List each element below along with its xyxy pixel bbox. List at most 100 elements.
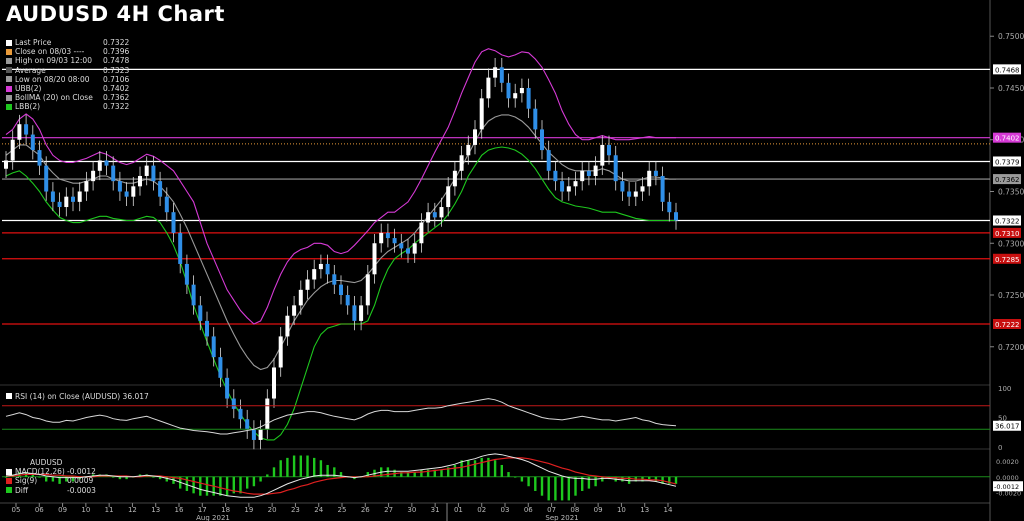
- candle-body: [37, 150, 42, 166]
- candle-body: [30, 134, 35, 151]
- legend-value: 0.7478: [103, 56, 130, 66]
- month-label: Aug 2021: [196, 514, 230, 521]
- time-tick-label: 07: [547, 506, 556, 514]
- time-tick-label: 05: [12, 506, 21, 514]
- legend-row: UBB(2) 0.7402: [6, 84, 129, 93]
- candle-body: [519, 87, 524, 94]
- candle-body: [265, 398, 270, 430]
- candle-body: [124, 191, 129, 197]
- candle-body: [419, 222, 424, 244]
- legend-value: 0.7362: [103, 93, 130, 103]
- macd-legend-swatch: [6, 468, 12, 475]
- price-tick-label: 0.7200: [998, 343, 1024, 352]
- candle-body: [607, 144, 611, 156]
- candle-body: [251, 429, 256, 440]
- candle-body: [158, 181, 163, 197]
- macd-legend-row: Sig(9) 0.0009: [6, 476, 96, 485]
- candle-body: [325, 263, 330, 275]
- candle-body: [24, 124, 29, 135]
- candle-body: [359, 305, 364, 321]
- candle-body: [50, 191, 55, 202]
- candle-body: [104, 160, 109, 166]
- time-tick-label: 19: [244, 506, 253, 514]
- candle-body: [533, 108, 538, 130]
- macd-hist-bar: [440, 469, 443, 477]
- macd-hist-bar: [554, 476, 557, 501]
- candle-body: [218, 357, 223, 378]
- time-tick-label: 20: [268, 506, 277, 514]
- candle-body: [184, 263, 189, 285]
- candle-body: [111, 165, 116, 182]
- macd-hist-bar: [467, 460, 470, 477]
- candle-body: [164, 196, 169, 213]
- candle-body: [365, 274, 370, 306]
- candle-body: [97, 160, 102, 171]
- candle-body: [406, 248, 410, 254]
- candle-body: [17, 124, 22, 140]
- candle-body: [586, 170, 591, 176]
- legend-swatch: [6, 57, 12, 64]
- price-level-label: 0.7285: [995, 256, 1020, 264]
- price-tick-label: 0.7350: [998, 188, 1024, 197]
- candle-body: [466, 144, 471, 156]
- time-tick-label: 10: [617, 506, 626, 514]
- candle-body: [486, 77, 491, 99]
- candle-body: [426, 212, 431, 223]
- candle-body: [144, 165, 149, 176]
- time-tick-label: 06: [524, 506, 533, 514]
- candle-body: [198, 305, 203, 321]
- macd-hist-bar: [152, 476, 155, 478]
- macd-hist-bar: [266, 474, 269, 477]
- time-tick-label: 08: [570, 506, 579, 514]
- candle-body: [44, 165, 49, 192]
- time-tick-label: 30: [407, 506, 416, 514]
- macd-hist-bar: [453, 464, 457, 477]
- macd-hist-bar: [493, 460, 497, 477]
- macd-hist-bar: [199, 476, 202, 496]
- macd-hist-bar: [272, 467, 276, 477]
- candle-body: [57, 201, 62, 208]
- macd-legend: AUDUSD MACD(12,26) -0.0012 Sig(9) 0.0009 Dif…: [6, 458, 96, 495]
- macd-hist-bar: [460, 460, 463, 477]
- candle-body: [432, 212, 437, 218]
- legend-value: 0.7106: [103, 74, 130, 84]
- macd-hist-bar: [567, 476, 570, 501]
- time-tick-label: 27: [384, 506, 393, 514]
- legend-label: LBB(2): [15, 102, 41, 112]
- legend-swatch: [6, 67, 12, 74]
- candle-body: [513, 93, 518, 99]
- price-tick-label: 0.7500: [998, 32, 1024, 41]
- macd-hist-bar: [205, 476, 209, 496]
- macd-hist-bar: [514, 476, 517, 478]
- rsi-tick-label: 0: [998, 444, 1002, 452]
- macd-hist-bar: [252, 476, 256, 487]
- candle-body: [660, 175, 665, 202]
- macd-hist-bar: [246, 476, 249, 489]
- legend-row: Last Price 0.7322: [6, 38, 129, 47]
- candle-body: [10, 139, 15, 161]
- candle-body: [131, 186, 136, 197]
- legend-label: High on 09/03 12:00: [15, 56, 92, 66]
- candle-body: [439, 207, 444, 218]
- candle-body: [312, 269, 317, 280]
- price-level-label: 0.7402: [995, 135, 1020, 143]
- candle-body: [292, 305, 297, 316]
- chart-canvas: 0.75000.74500.74000.73500.73000.72500.72…: [0, 0, 1024, 521]
- macd-legend-label: Diff: [15, 485, 29, 495]
- legend-value: 0.7322: [103, 38, 130, 47]
- macd-legend-value: -0.0012: [67, 467, 96, 477]
- macd-hist-bar: [225, 476, 229, 496]
- legend-swatch: [6, 103, 12, 110]
- candle-body: [339, 284, 343, 296]
- legend-swatch: [6, 76, 12, 83]
- candle-body: [566, 186, 571, 192]
- candle-body: [211, 336, 216, 358]
- macd-legend-value: -0.0003: [67, 485, 96, 495]
- candle-body: [117, 181, 122, 192]
- time-tick-label: 24: [314, 506, 323, 514]
- price-legend: Last Price 0.7322 Close on 08/03 ---- 0.739…: [6, 38, 129, 112]
- rsi-legend-swatch: [6, 393, 12, 399]
- candle-body: [305, 279, 310, 290]
- candle-body: [593, 165, 598, 176]
- legend-swatch: [6, 39, 12, 46]
